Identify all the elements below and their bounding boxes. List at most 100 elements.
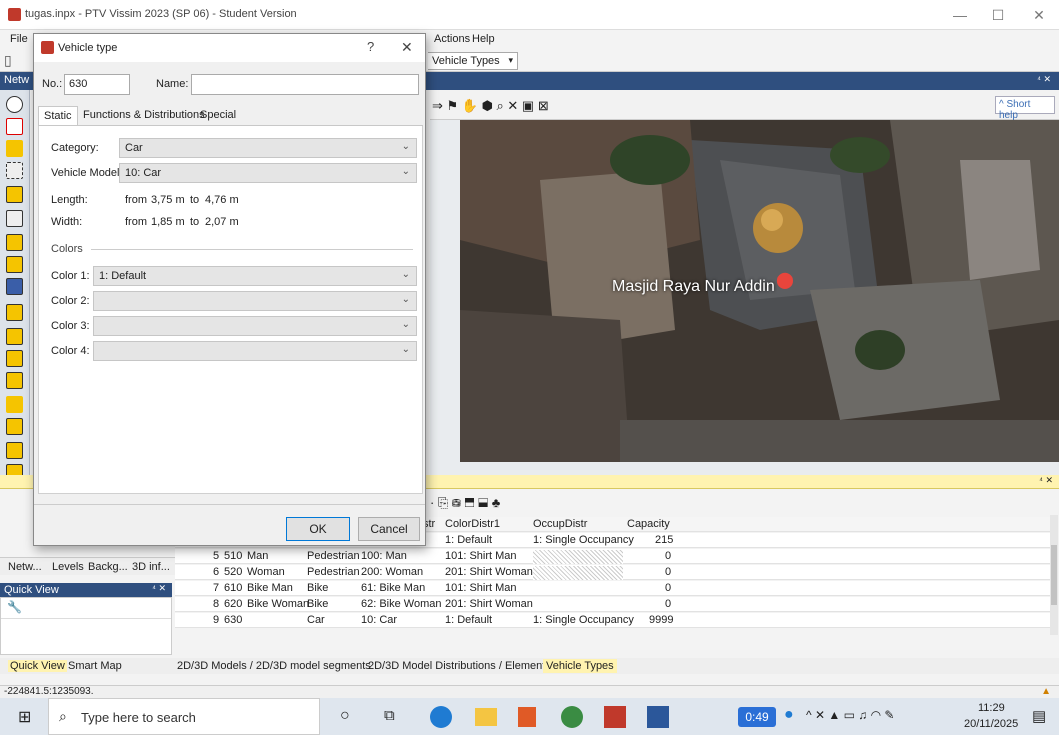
col-header-colordistr[interactable]: ColorDistr1 [445, 518, 500, 530]
clock-tool-icon[interactable] [6, 96, 23, 113]
cell-color: 201: Shirt Woman [445, 566, 533, 578]
table-row[interactable]: 8 620 Bike Woman Bike 62: Bike Woman 201… [175, 597, 1055, 612]
network-editor-tab[interactable]: Netw [4, 74, 29, 86]
table-row[interactable]: 6 520 Woman Pedestrian 200: Woman 201: S… [175, 565, 1055, 580]
windows-taskbar: ⊞ ⌕ Type here to search ○ ⧉ 0:49 ● ^ ✕ ▲… [0, 698, 1059, 735]
task-view-icon[interactable]: ⧉ [384, 707, 395, 724]
chrome-icon[interactable] [561, 706, 583, 728]
minimize-button[interactable]: — [940, 4, 980, 26]
windows-start-icon[interactable]: ⊞ [18, 707, 31, 727]
notification-icon[interactable]: ▤ [1032, 707, 1046, 725]
route-icon[interactable] [6, 210, 23, 227]
clock-date[interactable]: 20/11/2025 [964, 718, 1018, 730]
ok-button[interactable]: OK [286, 517, 350, 541]
col-header-occupdistr[interactable]: OccupDistr [533, 518, 587, 530]
short-help-panel[interactable]: ^ Short help [995, 96, 1055, 121]
width-from: from [125, 216, 147, 228]
tab-special[interactable]: Special [200, 109, 236, 121]
office-icon[interactable] [518, 707, 536, 727]
new-file-icon[interactable]: ▯ [4, 52, 12, 69]
tab-3d-info[interactable]: 3D inf... [132, 561, 170, 573]
tab-2d3d-models[interactable]: 2D/3D Models / 2D/3D model segments [177, 660, 371, 672]
width-max: 2,07 m [205, 216, 239, 228]
help-button[interactable]: ? [367, 39, 374, 54]
cell-occup: 1: Single Occupancy [533, 614, 634, 626]
public-transport-icon[interactable] [6, 372, 23, 389]
cell-category: Bike [307, 582, 329, 594]
color2-select[interactable]: ⌄ [93, 291, 417, 311]
panel-pin-close-icon[interactable]: ⁴ ✕ [1039, 475, 1053, 486]
color4-select[interactable]: ⌄ [93, 341, 417, 361]
tab-vehicle-types[interactable]: Vehicle Types [543, 659, 617, 673]
info-icon[interactable] [6, 278, 23, 295]
vissim-taskbar-icon[interactable] [604, 706, 626, 728]
area-select-icon[interactable] [6, 162, 23, 179]
network-tool-icons[interactable]: ⇒ ⚑ ✋ ⬢ ⌕ ✕ ▣ ⊠ [432, 98, 549, 114]
detector-icon[interactable] [6, 350, 23, 367]
tab-levels[interactable]: Levels [52, 561, 84, 573]
reduced-speed-icon[interactable] [6, 234, 23, 251]
place-label: Masjid Raya Nur Addin [612, 278, 775, 295]
tab-backgrounds[interactable]: Backg... [88, 561, 128, 573]
cancel-button[interactable]: Cancel [358, 517, 420, 541]
panel-pin-close-icon[interactable]: ⁴ ✕ [152, 583, 166, 594]
conflict-icon[interactable] [6, 256, 23, 273]
cell-color: 101: Shirt Man [445, 582, 517, 594]
table-row[interactable]: 7 610 Bike Man Bike 61: Bike Man 101: Sh… [175, 581, 1055, 596]
clock-time[interactable]: 11:29 [978, 702, 1005, 714]
link-tool-icon[interactable] [6, 140, 23, 157]
tab-smart-map[interactable]: Smart Map [68, 660, 122, 672]
window-title: tugas.inpx - PTV Vissim 2023 (SP 06) - S… [25, 8, 297, 20]
list-tool-icons[interactable]: · ⎘ ⛁ ⬒ ⬓ ♣ [430, 495, 500, 511]
taskbar-search-box[interactable]: ⌕ Type here to search [48, 698, 320, 735]
maximize-button[interactable]: ☐ [978, 4, 1018, 26]
category-select[interactable]: Car ⌄ [119, 138, 417, 158]
list-selector-combo[interactable]: Vehicle Types ▾ [428, 52, 518, 70]
cell-capacity: 215 [655, 534, 674, 546]
cell-color: 1: Default [445, 534, 493, 546]
warning-tool-icon[interactable] [6, 118, 23, 135]
help-circle-icon[interactable]: ● [784, 706, 794, 724]
recording-timer[interactable]: 0:49 [738, 707, 776, 727]
signal-head-icon[interactable] [6, 328, 23, 345]
tab-static[interactable]: Static [38, 106, 78, 125]
app-titlebar: tugas.inpx - PTV Vissim 2023 (SP 06) - S… [0, 0, 1059, 30]
tab-network[interactable]: Netw... [8, 561, 42, 573]
table-row[interactable]: 5 510 Man Pedestrian 100: Man 101: Shirt… [175, 549, 1055, 564]
close-window-button[interactable]: ✕ [1019, 4, 1059, 26]
tab-functions-distributions[interactable]: Functions & Distributions [83, 109, 205, 121]
node-icon[interactable] [6, 396, 23, 413]
table-row[interactable]: 9 630 Car 10: Car 1: Default 1: Single O… [175, 613, 1055, 628]
list-scrollbar[interactable] [1050, 515, 1058, 635]
color3-select[interactable]: ⌄ [93, 316, 417, 336]
tab-quick-view[interactable]: Quick View [8, 660, 67, 672]
no-field[interactable]: 630 [64, 74, 130, 95]
dialog-titlebar: Vehicle type ? ✕ [34, 34, 425, 62]
tab-2d3d-distributions[interactable]: 2D/3D Model Distributions / Elements [368, 660, 551, 672]
name-field[interactable] [191, 74, 419, 95]
vissim-app-icon [41, 41, 54, 54]
panel-pin-close-icon[interactable]: ⁴ ✕ [1037, 74, 1051, 85]
menu-file[interactable]: File [10, 33, 28, 45]
stop-sign-icon[interactable] [6, 304, 23, 321]
length-label: Length: [51, 194, 88, 206]
system-tray-icons[interactable]: ^ ✕ ▲ ▭ ♫ ◠ ✎ [806, 708, 894, 722]
word-icon[interactable] [647, 706, 669, 728]
color2-label: Color 2: [51, 295, 90, 307]
color1-select[interactable]: 1: Default ⌄ [93, 266, 417, 286]
data-collection-icon[interactable] [6, 418, 23, 435]
satellite-background-map[interactable]: Masjid Raya Nur Addin ⬤ [460, 120, 1059, 462]
cortana-icon[interactable]: ○ [340, 707, 350, 725]
vehicle-input-icon[interactable] [6, 186, 23, 203]
menu-actions[interactable]: Actions [434, 33, 470, 45]
file-explorer-icon[interactable] [475, 708, 497, 726]
menu-help[interactable]: Help [472, 33, 495, 45]
vehicle-model-select[interactable]: 10: Car ⌄ [119, 163, 417, 183]
wrench-icon[interactable]: 🔧 [7, 600, 22, 614]
pedestrian-area-icon[interactable] [6, 442, 23, 459]
status-alert-icon[interactable]: ▲ [1041, 686, 1051, 697]
list-scrollbar-thumb[interactable] [1051, 545, 1057, 605]
dialog-close-button[interactable]: ✕ [401, 39, 413, 56]
edge-icon[interactable] [430, 706, 452, 728]
col-header-capacity[interactable]: Capacity [627, 518, 670, 530]
